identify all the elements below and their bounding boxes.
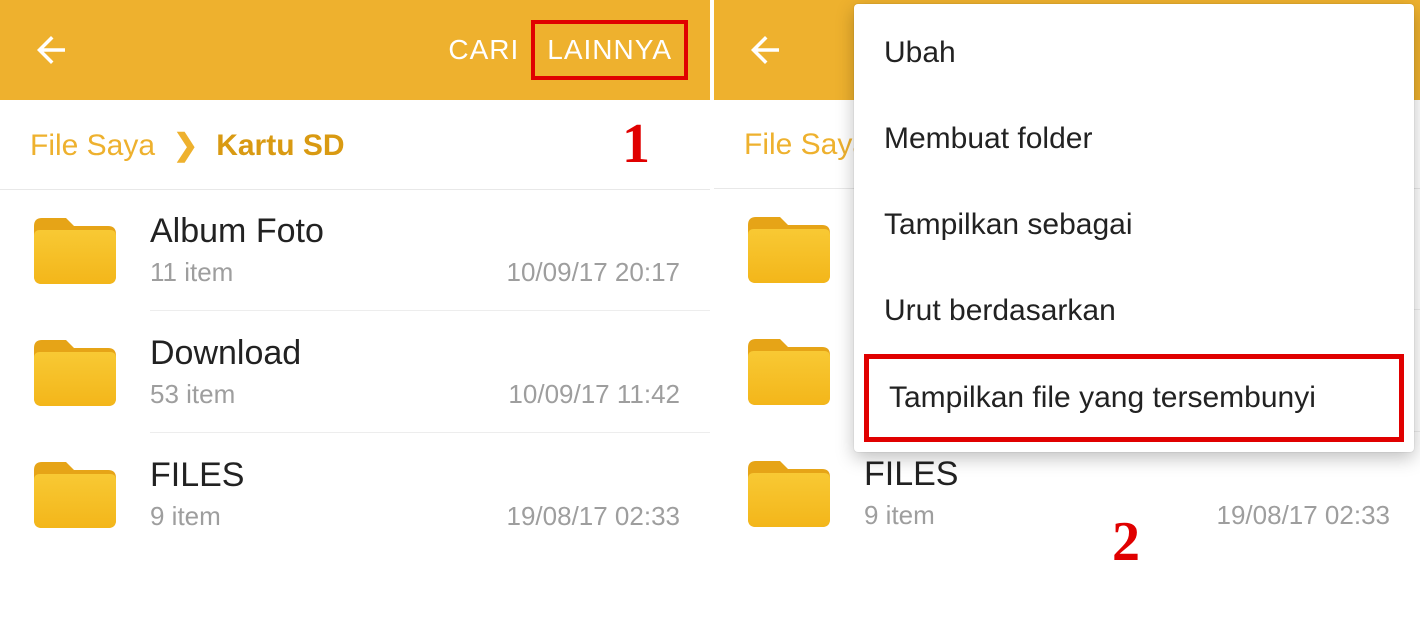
- menu-item-show-hidden[interactable]: Tampilkan file yang tersembunyi: [864, 354, 1404, 442]
- menu-item-view-as[interactable]: Tampilkan sebagai: [854, 182, 1414, 268]
- folder-icon: [30, 456, 120, 532]
- breadcrumb-root[interactable]: File Saya: [744, 128, 869, 162]
- breadcrumb-current: Kartu SD: [216, 129, 344, 163]
- app-bar: CARI LAINNYA: [0, 0, 710, 100]
- folder-name: FILES: [150, 456, 507, 495]
- menu-item-edit[interactable]: Ubah: [854, 10, 1414, 96]
- folder-icon: [744, 333, 834, 409]
- chevron-right-icon: ❯: [173, 128, 198, 163]
- folder-icon: [744, 211, 834, 287]
- back-button[interactable]: [22, 21, 80, 79]
- search-action[interactable]: CARI: [436, 24, 531, 76]
- more-menu: Ubah Membuat folder Tampilkan sebagai Ur…: [854, 4, 1414, 452]
- folder-date: 19/08/17 02:33: [1217, 458, 1391, 531]
- folder-count: 9 item: [150, 501, 507, 532]
- folder-date: 10/09/17 11:42: [508, 337, 680, 410]
- folder-icon: [30, 212, 120, 288]
- screenshot-step-2: File Saya Album Foto 11 item 10/09/17 20…: [710, 0, 1420, 634]
- folder-name: Album Foto: [150, 212, 507, 251]
- folder-count: 9 item: [864, 500, 1217, 531]
- back-button[interactable]: [736, 21, 794, 79]
- folder-date: 10/09/17 20:17: [507, 215, 681, 288]
- list-item[interactable]: Download 53 item 10/09/17 11:42: [0, 311, 710, 432]
- folder-name: FILES: [864, 455, 1217, 494]
- folder-list: Album Foto 11 item 10/09/17 20:17 Downlo…: [0, 190, 710, 554]
- folder-icon: [744, 455, 834, 531]
- breadcrumb-root[interactable]: File Saya: [30, 129, 155, 163]
- folder-count: 11 item: [150, 257, 507, 288]
- list-item[interactable]: FILES 9 item 19/08/17 02:33: [0, 433, 710, 554]
- menu-item-sort-by[interactable]: Urut berdasarkan: [854, 268, 1414, 354]
- list-item[interactable]: Album Foto 11 item 10/09/17 20:17: [0, 190, 710, 310]
- folder-count: 53 item: [150, 379, 508, 410]
- breadcrumb: File Saya ❯ Kartu SD: [0, 100, 710, 190]
- folder-icon: [30, 334, 120, 410]
- menu-item-new-folder[interactable]: Membuat folder: [854, 96, 1414, 182]
- folder-date: 19/08/17 02:33: [507, 459, 681, 532]
- folder-name: Download: [150, 334, 508, 373]
- screenshot-step-1: CARI LAINNYA File Saya ❯ Kartu SD 1 Albu…: [0, 0, 710, 634]
- more-action[interactable]: LAINNYA: [531, 20, 688, 80]
- step-number-2: 2: [1112, 510, 1140, 574]
- step-number-1: 1: [622, 112, 650, 176]
